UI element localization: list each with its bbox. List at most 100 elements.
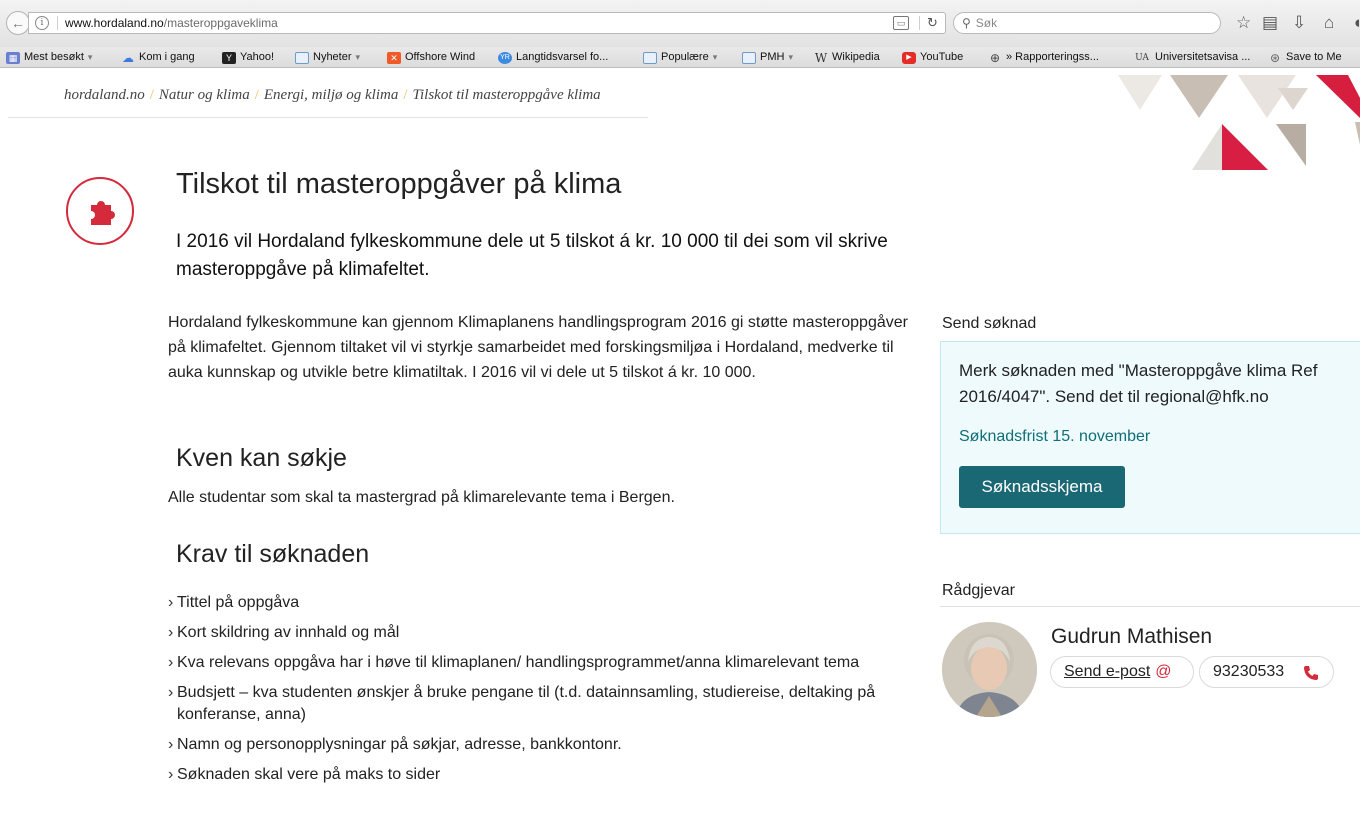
bookmark-kom-i-gang[interactable]: ☁ Kom i gang bbox=[121, 47, 195, 67]
decorative-triangles bbox=[1118, 75, 1360, 170]
info-icon[interactable]: i bbox=[35, 16, 49, 30]
bookmark-rapporteringss[interactable]: ⊕ » Rapporteringss... bbox=[988, 47, 1099, 67]
bookmark-label: Wikipedia bbox=[832, 51, 880, 63]
bookmark-star-icon[interactable]: ☆ bbox=[1236, 12, 1251, 34]
address-bar[interactable]: i www.hordaland.no/masteroppgaveklima ▭ … bbox=[28, 12, 946, 34]
url-domain: www.hordaland.no bbox=[65, 16, 164, 30]
bookmark-label: Offshore Wind bbox=[405, 51, 476, 63]
yr-icon: YR bbox=[498, 51, 512, 64]
overflow-icon[interactable]: ◖ bbox=[1352, 12, 1360, 34]
bookmark-label: Mest besøkt bbox=[24, 51, 84, 63]
list-item: Søknaden skal vere på maks to sider bbox=[168, 764, 908, 786]
ua-icon: UA bbox=[1135, 52, 1149, 63]
search-placeholder: Søk bbox=[975, 16, 998, 30]
phone-icon bbox=[1304, 666, 1318, 680]
phone-button[interactable]: 93230533 bbox=[1199, 656, 1334, 688]
list-item: Tittel på oppgåva bbox=[168, 592, 908, 614]
folder-icon bbox=[742, 51, 756, 64]
bookmark-wikipedia[interactable]: W Wikipedia bbox=[814, 47, 880, 67]
list-item: Namn og personopplysningar på søkjar, ad… bbox=[168, 734, 908, 756]
url-text[interactable]: www.hordaland.no/masteroppgaveklima bbox=[65, 13, 278, 33]
bookmark-universitetsavisa[interactable]: UA Universitetsavisa ... bbox=[1133, 47, 1251, 67]
bookmark-label: YouTube bbox=[920, 51, 964, 63]
adviser-heading: Rådgjevar bbox=[942, 582, 1015, 599]
reader-view-icon[interactable]: ▭ bbox=[893, 16, 909, 30]
list-item: Kva relevans oppgåva har i høve til klim… bbox=[168, 652, 908, 674]
chevron-down-icon: ▾ bbox=[87, 52, 93, 62]
home-icon[interactable]: ⌂ bbox=[1324, 12, 1334, 34]
bookmark-nyheter[interactable]: Nyheter ▾ bbox=[295, 47, 361, 67]
back-button[interactable]: ← bbox=[6, 11, 30, 35]
adviser-divider bbox=[940, 606, 1360, 607]
bookmark-label: Kom i gang bbox=[139, 51, 195, 63]
bookmarks-menu-icon[interactable]: ▤ bbox=[1262, 12, 1278, 34]
body-paragraph: Hordaland fylkeskommune kan gjennom Klim… bbox=[168, 314, 908, 381]
breadcrumb-separator: / bbox=[254, 87, 259, 103]
breadcrumb-divider bbox=[8, 117, 648, 118]
breadcrumb: hordaland.no / Natur og klima / Energi, milj… bbox=[64, 87, 601, 104]
bookmark-label: Save to Me bbox=[1286, 51, 1342, 63]
bookmark-langtidsvarsel[interactable]: YR Langtidsvarsel fo... bbox=[498, 47, 609, 67]
chevron-down-icon: ▾ bbox=[788, 52, 793, 62]
bookmark-youtube[interactable]: ▶ YouTube bbox=[902, 47, 964, 67]
requirements-heading: Krav til søknaden bbox=[176, 540, 370, 568]
who-heading: Kven kan søkje bbox=[176, 444, 347, 472]
breadcrumb-link-natur[interactable]: Natur og klima bbox=[159, 87, 250, 103]
requirements-list: Tittel på oppgåva Kort skildring av innh… bbox=[168, 592, 908, 794]
email-icon: @ bbox=[1155, 663, 1172, 680]
apply-box: Merk søknaden med "Masteroppgåve klima R… bbox=[940, 341, 1360, 534]
bookmark-label: PMH bbox=[760, 51, 785, 63]
chevron-down-icon: ▾ bbox=[355, 52, 361, 62]
cloud-icon: ☁ bbox=[122, 50, 134, 65]
bookmark-label: Universitetsavisa ... bbox=[1155, 51, 1251, 63]
adviser-name: Gudrun Mathisen bbox=[1051, 625, 1213, 648]
breadcrumb-link-home[interactable]: hordaland.no bbox=[64, 87, 145, 103]
send-email-button[interactable]: Send e-post @ bbox=[1050, 656, 1194, 688]
bookmark-most-visited[interactable]: ▦ Mest besøkt ▾ bbox=[6, 47, 93, 67]
bookmark-label: Langtidsvarsel fo... bbox=[516, 51, 609, 63]
bookmark-label: Populære bbox=[661, 51, 709, 63]
list-item: Kort skildring av innhald og mål bbox=[168, 622, 908, 644]
youtube-icon: ▶ bbox=[902, 51, 916, 64]
apply-heading: Send søknad bbox=[942, 315, 1037, 332]
back-arrow-icon: ← bbox=[11, 15, 25, 31]
phone-number: 93230533 bbox=[1213, 663, 1285, 680]
url-divider bbox=[57, 16, 58, 30]
breadcrumb-current: Tilskot til masteroppgåve klima bbox=[412, 87, 601, 103]
breadcrumb-separator: / bbox=[149, 87, 154, 103]
application-form-button[interactable]: Søknadsskjema bbox=[959, 466, 1125, 508]
offshore-wind-icon: ✕ bbox=[387, 51, 401, 64]
search-input[interactable]: ⚲ Søk bbox=[953, 12, 1221, 34]
folder-icon bbox=[643, 51, 657, 64]
chevron-down-icon: ▾ bbox=[712, 52, 718, 62]
downloads-icon[interactable]: ⇩ bbox=[1292, 12, 1306, 34]
bookmark-save-to-me[interactable]: ⊛ Save to Me bbox=[1268, 47, 1342, 67]
bookmark-pmh[interactable]: PMH ▾ bbox=[742, 47, 793, 67]
bookmark-offshore-wind[interactable]: ✕ Offshore Wind bbox=[387, 47, 476, 67]
wikipedia-icon: W bbox=[814, 50, 828, 65]
url-path: /masteroppgaveklima bbox=[163, 16, 278, 30]
bookmark-populaere[interactable]: Populære ▾ bbox=[643, 47, 718, 67]
bookmark-label: Nyheter bbox=[313, 51, 352, 63]
bookmark-label: » Rapporteringss... bbox=[1006, 51, 1099, 63]
globe-icon: ⊕ bbox=[989, 50, 1001, 65]
bookmark-label: Yahoo! bbox=[240, 51, 275, 63]
apply-instructions: Merk søknaden med "Masteroppgåve klima R… bbox=[959, 361, 1318, 406]
save-icon: ⊛ bbox=[1269, 50, 1281, 65]
yahoo-icon: Y bbox=[222, 51, 236, 64]
bookmarks-toolbar: ▦ Mest besøkt ▾ ☁ Kom i gang Y Yahoo! Nyhete… bbox=[0, 47, 1360, 68]
reload-icon[interactable]: ↻ bbox=[927, 13, 938, 33]
url-divider-2 bbox=[919, 16, 920, 30]
puzzle-icon bbox=[91, 201, 115, 225]
portrait-image bbox=[942, 622, 1037, 717]
deadline-text: Søknadsfrist 15. november bbox=[959, 428, 1151, 445]
search-icon: ⚲ bbox=[962, 16, 971, 30]
send-email-label: Send e-post bbox=[1064, 663, 1151, 680]
page-title: Tilskot til masteroppgåver på klima bbox=[176, 168, 622, 200]
list-item: Budsjett – kva studenten ønskjer å bruke… bbox=[168, 682, 908, 726]
avatar bbox=[942, 622, 1037, 717]
bookmark-yahoo[interactable]: Y Yahoo! bbox=[222, 47, 275, 67]
who-text: Alle studentar som skal ta mastergrad på… bbox=[168, 489, 675, 506]
puzzle-badge bbox=[66, 177, 134, 245]
breadcrumb-link-energi[interactable]: Energi, miljø og klima bbox=[264, 87, 398, 103]
